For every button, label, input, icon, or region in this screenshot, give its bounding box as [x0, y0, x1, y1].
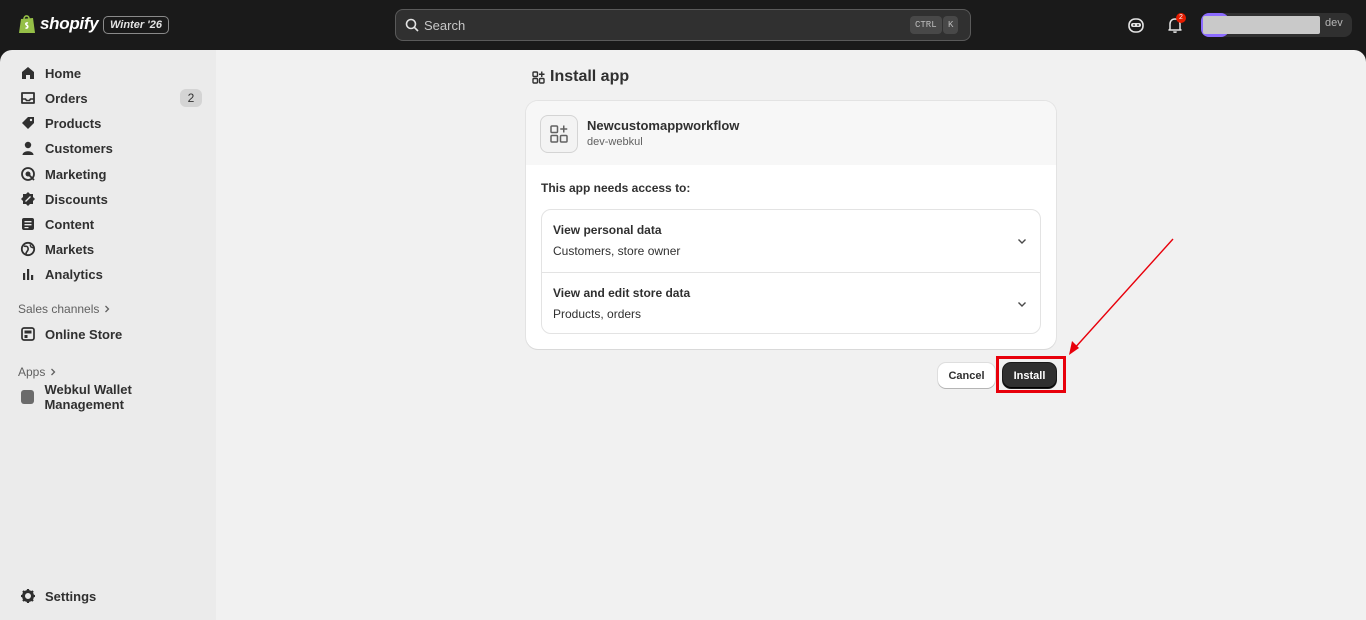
search-icon [405, 18, 419, 32]
sidebar-item-customers[interactable]: Customers [8, 136, 208, 160]
globe-icon [20, 241, 36, 257]
store-menu[interactable]: dev [1201, 13, 1352, 37]
sidebar-item-label: Settings [45, 588, 97, 604]
install-app-card: Newcustomappworkflow dev-webkul This app… [526, 101, 1056, 349]
access-title: This app needs access to: [541, 181, 691, 195]
brand-name: shopify [40, 14, 99, 33]
chevron-down-icon[interactable] [1016, 235, 1028, 247]
sidebar-item-home[interactable]: Home [8, 61, 208, 85]
inbox-icon [21, 92, 35, 104]
app-developer: dev-webkul [587, 136, 643, 148]
sidebar-item-label: Customers [45, 140, 113, 156]
top-bar: shopify Winter '26 Search CTRL K 2 dev [0, 0, 1366, 50]
apps-label: Apps [18, 365, 46, 379]
shortcut-k-key: K [943, 16, 959, 34]
person-icon [22, 141, 34, 155]
bar-chart-icon [23, 269, 34, 280]
permission-title: View and edit store data [553, 286, 691, 300]
search-bar[interactable]: Search CTRL K [395, 9, 971, 41]
apps-heading[interactable]: Apps [18, 365, 57, 379]
sidebar-item-orders[interactable]: Orders 2 [8, 86, 208, 110]
sidebar-item-analytics[interactable]: Analytics [8, 262, 208, 286]
permission-description: Products, orders [553, 307, 642, 321]
chevron-down-icon[interactable] [1016, 298, 1028, 310]
app-icon [540, 115, 578, 153]
sidebar-item-marketing[interactable]: Marketing [8, 162, 208, 186]
sidebar-item-label: Products [45, 115, 102, 131]
sidekick-icon[interactable] [1126, 15, 1146, 35]
shortcut-ctrl-key: CTRL [910, 16, 942, 34]
sidebar-item-webkul-wallet[interactable]: Webkul Wallet Management [8, 382, 208, 412]
sidebar-item-settings[interactable]: Settings [8, 584, 208, 608]
sidebar: Home Orders 2 Products Customers Marketi… [0, 50, 216, 620]
sidebar-item-label: Home [45, 65, 82, 81]
sidebar-item-label: Online Store [45, 326, 123, 342]
store-suffix: dev [1325, 17, 1343, 29]
chevron-right-icon [105, 305, 110, 313]
chevron-right-icon [51, 368, 56, 376]
sales-channels-label: Sales channels [18, 302, 100, 316]
shopify-bag-icon [19, 15, 35, 33]
sales-channels-heading[interactable]: Sales channels [18, 302, 111, 316]
permission-row-store-data[interactable]: View and edit store data Products, order… [542, 272, 1040, 334]
sidebar-item-online-store[interactable]: Online Store [8, 322, 208, 346]
gear-icon [21, 589, 35, 603]
sidebar-item-markets[interactable]: Markets [8, 237, 208, 261]
search-placeholder: Search [424, 18, 466, 33]
discount-icon [21, 192, 35, 206]
app-thumbnail [21, 390, 35, 404]
sidebar-item-label: Discounts [45, 191, 108, 207]
notification-count-badge: 2 [1176, 13, 1186, 23]
store-name-redacted [1203, 16, 1320, 34]
sidebar-item-label: Content [45, 216, 95, 232]
target-icon [21, 167, 35, 181]
sidebar-item-discounts[interactable]: Discounts [8, 187, 208, 211]
permission-title: View personal data [553, 223, 662, 237]
app-name: Newcustomappworkflow [587, 118, 740, 133]
content-icon [22, 218, 34, 230]
tag-icon [22, 117, 34, 129]
orders-count-badge: 2 [180, 89, 202, 107]
app-grid-icon [550, 125, 568, 143]
sidebar-item-label: Orders [45, 90, 88, 106]
home-icon [22, 67, 34, 79]
sidebar-item-label: Marketing [45, 166, 107, 182]
shopify-logo[interactable]: shopify [18, 14, 99, 34]
app-header: Newcustomappworkflow dev-webkul [526, 101, 1056, 165]
permission-row-personal-data[interactable]: View personal data Customers, store owne… [542, 210, 1040, 272]
apps-icon [532, 70, 545, 84]
sidebar-item-label: Analytics [45, 266, 103, 282]
page-title-text: Install app [550, 68, 630, 85]
storefront-icon [21, 327, 35, 341]
sidebar-item-products[interactable]: Products [8, 111, 208, 135]
cancel-button[interactable]: Cancel [938, 363, 995, 388]
annotation-arrow [1069, 238, 1174, 355]
sidebar-item-content[interactable]: Content [8, 212, 208, 236]
sidebar-item-label: Webkul Wallet Management [44, 382, 132, 412]
page-title: Install app [532, 68, 629, 86]
permission-description: Customers, store owner [553, 244, 681, 258]
permissions-list: View personal data Customers, store owne… [541, 209, 1041, 334]
sidebar-item-label: Markets [45, 241, 95, 257]
install-highlight-box [996, 356, 1066, 393]
edition-badge[interactable]: Winter '26 [103, 16, 170, 34]
